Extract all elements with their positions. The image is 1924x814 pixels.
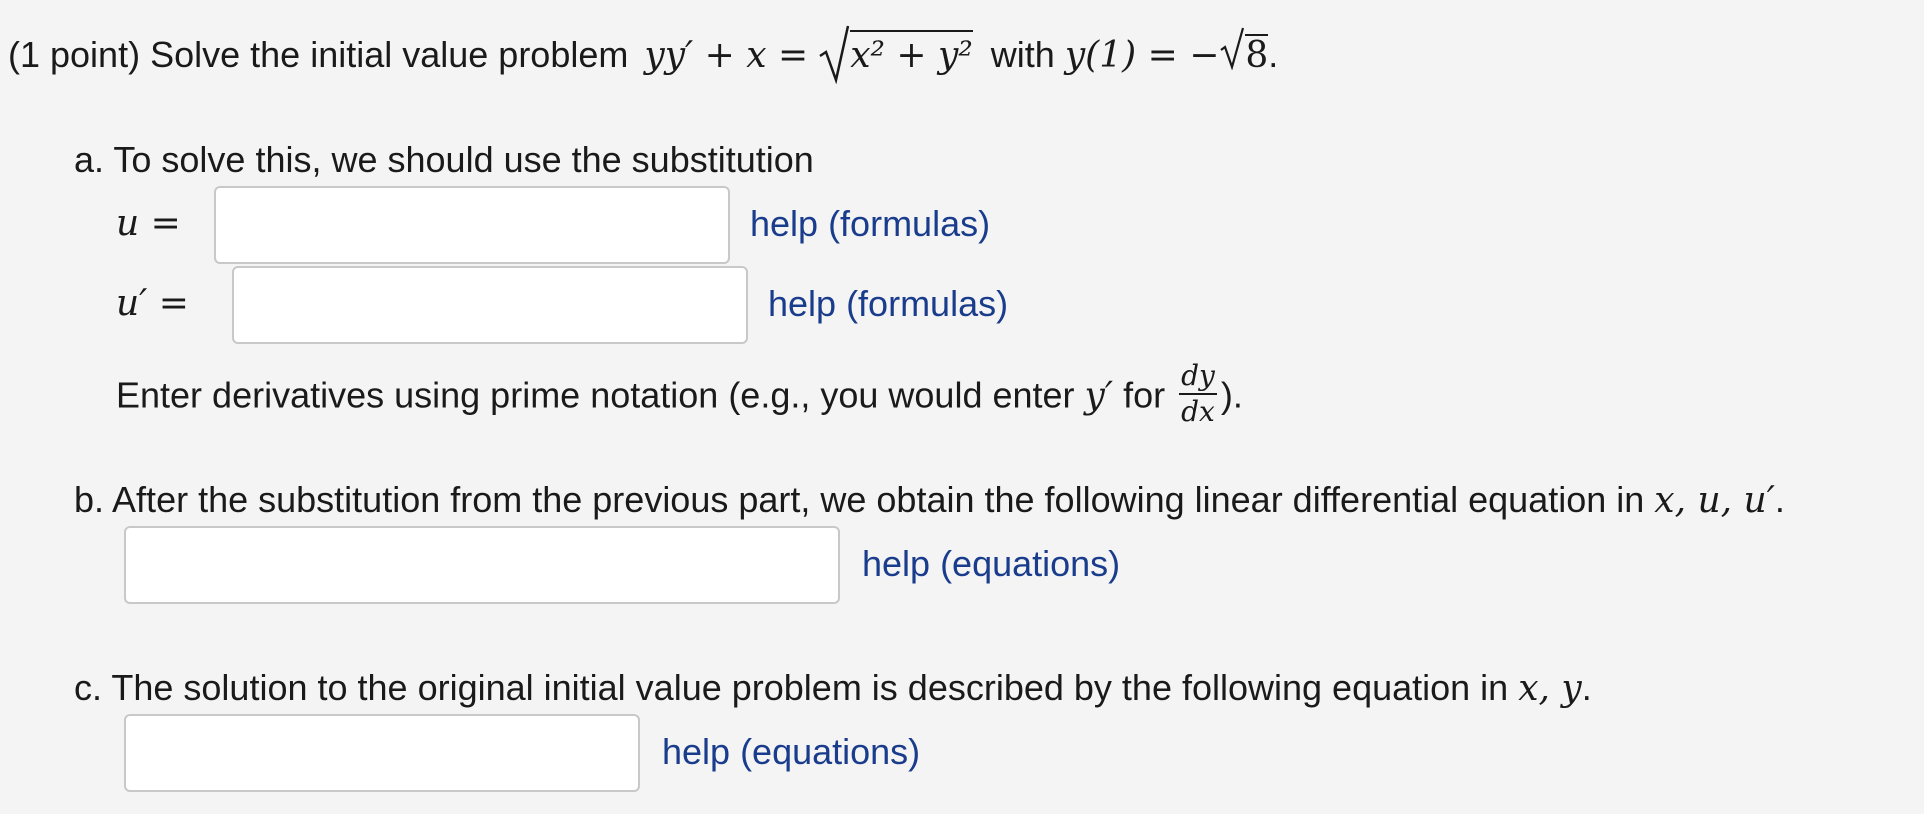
fraction-numerator: dy — [1179, 362, 1217, 395]
with-text: with — [990, 34, 1055, 75]
part-a-text: To solve this, we should use the substit… — [113, 139, 814, 180]
sqrt-eight: 8 — [1219, 27, 1269, 76]
help-formulas-link-u-prime[interactable]: help (formulas) — [768, 286, 1008, 322]
u-input[interactable] — [214, 186, 730, 264]
part-b-heading: b. After the substitution from the previ… — [74, 482, 1785, 519]
point-label: (1 point) — [8, 34, 141, 75]
part-a-label: a. — [74, 139, 105, 180]
radical-sign-small-icon — [1220, 27, 1245, 70]
u-prime-input[interactable] — [232, 266, 748, 344]
note-suffix: ). — [1220, 374, 1243, 416]
part-c-text: The solution to the original initial val… — [111, 667, 1509, 708]
part-b-vars: x, u, u′ — [1654, 480, 1775, 521]
initial-condition: y(1) = − — [1064, 35, 1220, 76]
part-b-end: . — [1774, 479, 1785, 520]
fraction-denominator: dx — [1181, 395, 1215, 428]
part-c-heading: c. The solution to the original initial … — [74, 670, 1592, 707]
linear-de-input[interactable] — [124, 526, 840, 604]
part-b-label: b. — [74, 479, 105, 520]
part-a-heading: a. To solve this, we should use the subs… — [74, 142, 814, 178]
help-equations-link-c[interactable]: help (equations) — [662, 734, 920, 770]
part-b-text: After the substitution from the previous… — [112, 479, 1645, 520]
sqrt-expression: x² + y² — [818, 25, 973, 84]
help-equations-link-b[interactable]: help (equations) — [862, 546, 1120, 582]
derivative-note: Enter derivatives using prime notation (… — [116, 362, 1243, 430]
radical-sign-icon — [819, 25, 850, 84]
solution-input[interactable] — [124, 714, 640, 792]
u-label: u = — [116, 203, 181, 244]
statement-end: . — [1268, 34, 1279, 75]
radicand: x² + y² — [850, 30, 973, 74]
radicand-eight: 8 — [1245, 34, 1269, 76]
part-c-end: . — [1581, 667, 1592, 708]
part-c-label: c. — [74, 667, 103, 708]
equation-lhs: yy′ + x = — [644, 35, 809, 76]
part-c-vars: x, y — [1518, 668, 1582, 709]
problem-prefix: Solve the initial value problem — [150, 34, 629, 75]
help-formulas-link-u[interactable]: help (formulas) — [750, 206, 990, 242]
u-prime-label: u′ = — [116, 283, 189, 324]
problem-statement: (1 point) Solve the initial value proble… — [8, 25, 1279, 84]
note-prefix: Enter derivatives using prime notation (… — [116, 374, 1075, 416]
note-math: y′ — [1084, 375, 1114, 417]
note-for: for — [1123, 374, 1166, 416]
dy-dx-fraction: dy dx — [1179, 362, 1217, 426]
